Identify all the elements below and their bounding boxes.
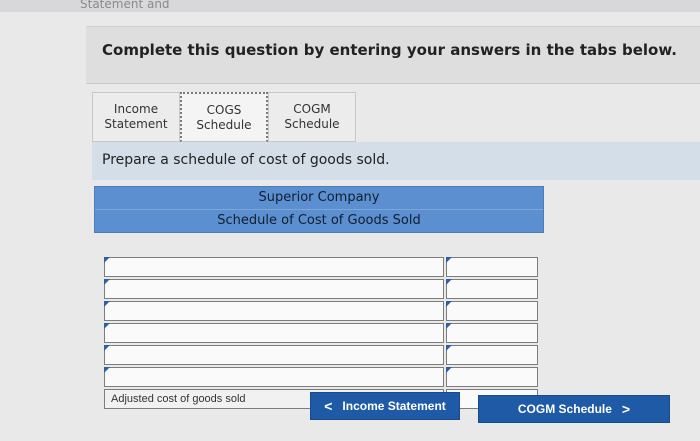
cogs-schedule-table: Superior Company Schedule of Cost of Goo…: [94, 186, 544, 411]
row-amount-input[interactable]: [446, 323, 538, 343]
row-amount-input[interactable]: [446, 345, 538, 365]
question-prompt: Complete this question by entering your …: [102, 41, 677, 59]
final-label: Adjusted cost of goods sold: [111, 393, 246, 405]
tab-bar: Income Statement COGS Schedule COGM Sche…: [92, 92, 356, 142]
chevron-left-icon: <: [324, 398, 333, 414]
schedule-title: Schedule of Cost of Goods Sold: [217, 213, 421, 228]
instruction-bar: Prepare a schedule of cost of goods sold…: [92, 142, 700, 180]
schedule-row: [104, 257, 544, 279]
schedule-header: Superior Company Schedule of Cost of Goo…: [94, 186, 544, 233]
question-header: Complete this question by entering your …: [86, 26, 700, 84]
prev-tab-button[interactable]: < Income Statement: [310, 392, 460, 420]
schedule-row: [104, 301, 544, 323]
tab-cogm-schedule[interactable]: COGM Schedule: [268, 92, 356, 142]
row-amount-input[interactable]: [446, 301, 538, 321]
tab-cogs-schedule[interactable]: COGS Schedule: [180, 92, 268, 142]
row-amount-input[interactable]: [446, 257, 538, 277]
row-amount-input[interactable]: [446, 279, 538, 299]
chevron-right-icon: >: [621, 401, 631, 417]
row-amount-input[interactable]: [446, 367, 538, 387]
schedule-grid: Adjusted cost of goods sold: [94, 233, 544, 411]
row-label-input[interactable]: [104, 323, 444, 343]
row-label-input[interactable]: [104, 257, 444, 277]
row-label-input[interactable]: [104, 301, 444, 321]
next-tab-button[interactable]: COGM Schedule >: [478, 395, 670, 423]
top-cropped-text: Statement and: [0, 0, 700, 12]
instruction-text: Prepare a schedule of cost of goods sold…: [102, 152, 390, 168]
prev-tab-label: Income Statement: [342, 399, 446, 413]
company-name: Superior Company: [95, 187, 543, 210]
tab-income-statement[interactable]: Income Statement: [92, 92, 180, 142]
schedule-row: [104, 323, 544, 345]
schedule-row: [104, 367, 544, 389]
schedule-row: [104, 345, 544, 367]
row-label-input[interactable]: [104, 279, 444, 299]
next-tab-label: COGM Schedule: [517, 402, 612, 416]
row-label-input[interactable]: [104, 367, 444, 387]
schedule-row: [104, 279, 544, 301]
row-label-input[interactable]: [104, 345, 444, 365]
